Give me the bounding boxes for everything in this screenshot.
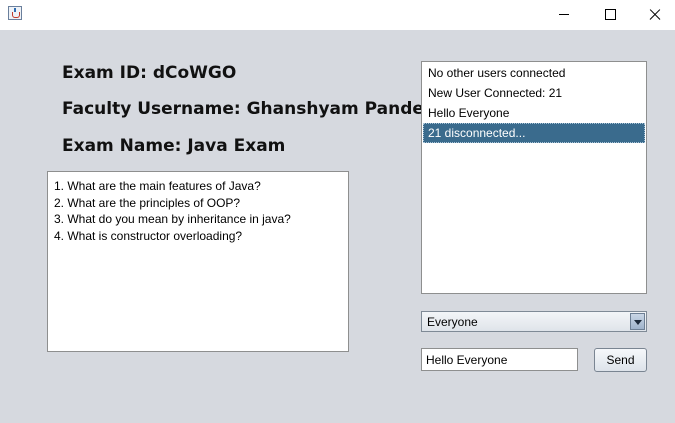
close-button[interactable] [629, 0, 675, 30]
message-item-selected[interactable]: 21 disconnected... [423, 123, 645, 143]
title-bar [0, 0, 675, 30]
send-button[interactable]: Send [594, 348, 647, 372]
message-input[interactable] [421, 348, 578, 371]
question-line: 4. What is constructor overloading? [54, 228, 243, 243]
message-item[interactable]: No other users connected [423, 63, 645, 83]
maximize-button[interactable] [587, 0, 633, 30]
exam-name-label: Exam Name: Java Exam [62, 136, 286, 156]
question-line: 3. What do you mean by inheritance in ja… [54, 212, 291, 226]
question-line: 2. What are the principles of OOP? [54, 195, 241, 210]
recipient-dropdown[interactable]: Everyone [421, 311, 647, 332]
java-app-icon [8, 6, 22, 20]
message-item[interactable]: Hello Everyone [423, 103, 645, 123]
minimize-button[interactable] [541, 0, 587, 30]
chevron-down-icon[interactable] [630, 313, 645, 330]
question-line: 1. What are the main features of Java? [54, 179, 261, 193]
message-item[interactable]: New User Connected: 21 [423, 83, 645, 103]
exam-id-label: Exam ID: dCoWGO [62, 63, 237, 83]
faculty-username-label: Faculty Username: Ghanshyam Pandey [62, 99, 435, 119]
questions-text-area[interactable]: 1. What are the main features of Java? 2… [47, 171, 349, 352]
messages-list[interactable]: No other users connected New User Connec… [421, 61, 647, 294]
recipient-value: Everyone [427, 315, 478, 329]
